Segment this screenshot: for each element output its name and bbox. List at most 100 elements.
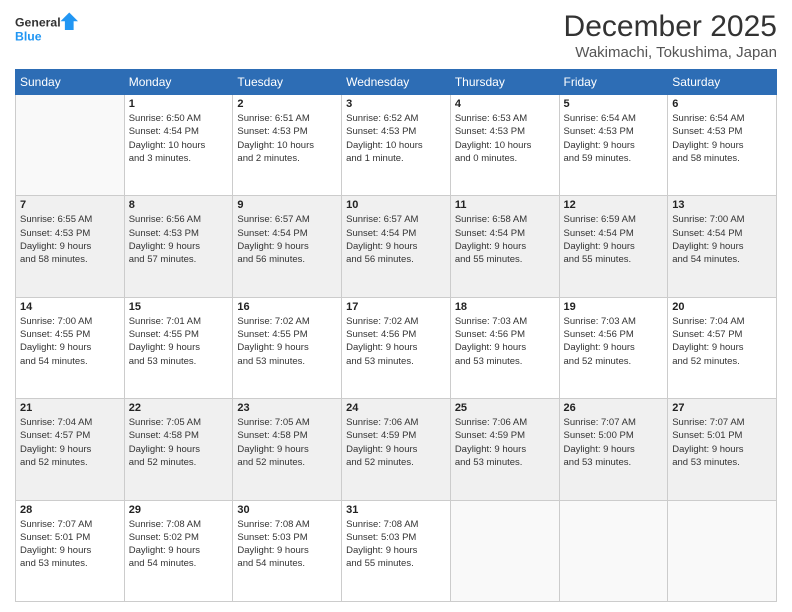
calendar-cell: 29 Sunrise: 7:08 AMSunset: 5:02 PMDayligh… [124,500,233,601]
day-number: 23 [237,402,337,414]
day-number: 27 [672,402,772,414]
day-header-friday: Friday [559,70,668,95]
main-title: December 2025 [564,10,777,44]
day-info: Sunrise: 7:00 AMSunset: 4:55 PMDaylight:… [20,315,120,368]
day-number: 6 [672,98,772,110]
day-header-sunday: Sunday [16,70,125,95]
calendar-cell: 9 Sunrise: 6:57 AMSunset: 4:54 PMDaylight… [233,196,342,297]
day-header-tuesday: Tuesday [233,70,342,95]
calendar-cell: 31Sunrise: 7:08 AMSunset: 5:03 PMDayligh… [342,500,451,601]
day-info: Sunrise: 7:08 AMSunset: 5:02 PMDaylight:… [129,518,229,571]
calendar-cell: 7 Sunrise: 6:55 AMSunset: 4:53 PMDaylight… [16,196,125,297]
calendar-cell: 23Sunrise: 7:05 AMSunset: 4:58 PMDayligh… [233,399,342,500]
day-info: Sunrise: 7:05 AMSunset: 4:58 PMDaylight:… [129,416,229,469]
day-info: Sunrise: 7:07 AMSunset: 5:01 PMDaylight:… [20,518,120,571]
day-number: 9 [237,199,337,211]
calendar-cell: 1Sunrise: 6:50 AMSunset: 4:54 PMDaylight… [124,95,233,196]
day-number: 11 [455,199,555,211]
day-number: 17 [346,301,446,313]
calendar-cell [16,95,125,196]
day-info: Sunrise: 6:59 AMSunset: 4:54 PMDaylight:… [564,213,664,266]
logo: General Blue [15,10,85,50]
day-number: 21 [20,402,120,414]
day-number: 4 [455,98,555,110]
svg-text:Blue: Blue [15,30,42,44]
calendar-cell: 19Sunrise: 7:03 AMSunset: 4:56 PMDayligh… [559,297,668,398]
day-info: Sunrise: 7:02 AMSunset: 4:55 PMDaylight:… [237,315,337,368]
calendar-cell: 17 Sunrise: 7:02 AMSunset: 4:56 PMDayligh… [342,297,451,398]
calendar-cell: 30Sunrise: 7:08 AMSunset: 5:03 PMDayligh… [233,500,342,601]
day-info: Sunrise: 7:07 AMSunset: 5:00 PMDaylight:… [564,416,664,469]
day-number: 29 [129,504,229,516]
day-number: 10 [346,199,446,211]
day-number: 22 [129,402,229,414]
calendar-cell: 28 Sunrise: 7:07 AMSunset: 5:01 PMDayligh… [16,500,125,601]
calendar-cell: 25 Sunrise: 7:06 AMSunset: 4:59 PMDayligh… [450,399,559,500]
day-header-thursday: Thursday [450,70,559,95]
calendar-cell: 27 Sunrise: 7:07 AMSunset: 5:01 PMDayligh… [668,399,777,500]
day-info: Sunrise: 7:06 AMSunset: 4:59 PMDaylight:… [346,416,446,469]
day-header-saturday: Saturday [668,70,777,95]
day-info: Sunrise: 7:04 AMSunset: 4:57 PMDaylight:… [672,315,772,368]
day-info: Sunrise: 7:03 AMSunset: 4:56 PMDaylight:… [564,315,664,368]
calendar-cell: 16Sunrise: 7:02 AMSunset: 4:55 PMDayligh… [233,297,342,398]
day-info: Sunrise: 6:51 AMSunset: 4:53 PMDaylight:… [237,112,337,165]
calendar-cell: 13 Sunrise: 7:00 AMSunset: 4:54 PMDayligh… [668,196,777,297]
title-block: December 2025 Wakimachi, Tokushima, Japa… [564,10,777,61]
calendar-cell [450,500,559,601]
day-number: 7 [20,199,120,211]
calendar-cell: 15 Sunrise: 7:01 AMSunset: 4:55 PMDayligh… [124,297,233,398]
day-info: Sunrise: 6:50 AMSunset: 4:54 PMDaylight:… [129,112,229,165]
day-number: 18 [455,301,555,313]
calendar-cell: 18Sunrise: 7:03 AMSunset: 4:56 PMDayligh… [450,297,559,398]
day-info: Sunrise: 6:55 AMSunset: 4:53 PMDaylight:… [20,213,120,266]
calendar-cell: 21 Sunrise: 7:04 AMSunset: 4:57 PMDayligh… [16,399,125,500]
day-number: 25 [455,402,555,414]
calendar-cell: 20 Sunrise: 7:04 AMSunset: 4:57 PMDayligh… [668,297,777,398]
calendar-cell: 22 Sunrise: 7:05 AMSunset: 4:58 PMDayligh… [124,399,233,500]
day-info: Sunrise: 7:00 AMSunset: 4:54 PMDaylight:… [672,213,772,266]
day-info: Sunrise: 7:01 AMSunset: 4:55 PMDaylight:… [129,315,229,368]
day-info: Sunrise: 7:06 AMSunset: 4:59 PMDaylight:… [455,416,555,469]
day-info: Sunrise: 6:58 AMSunset: 4:54 PMDaylight:… [455,213,555,266]
calendar-cell: 26 Sunrise: 7:07 AMSunset: 5:00 PMDayligh… [559,399,668,500]
day-info: Sunrise: 6:54 AMSunset: 4:53 PMDaylight:… [672,112,772,165]
day-number: 28 [20,504,120,516]
day-number: 26 [564,402,664,414]
day-info: Sunrise: 6:56 AMSunset: 4:53 PMDaylight:… [129,213,229,266]
day-info: Sunrise: 7:02 AMSunset: 4:56 PMDaylight:… [346,315,446,368]
svg-text:General: General [15,16,61,30]
calendar-cell [559,500,668,601]
calendar-table: SundayMondayTuesdayWednesdayThursdayFrid… [15,69,777,602]
day-info: Sunrise: 6:54 AMSunset: 4:53 PMDaylight:… [564,112,664,165]
day-header-monday: Monday [124,70,233,95]
day-number: 3 [346,98,446,110]
day-number: 2 [237,98,337,110]
calendar-cell: 8 Sunrise: 6:56 AMSunset: 4:53 PMDaylight… [124,196,233,297]
day-info: Sunrise: 6:57 AMSunset: 4:54 PMDaylight:… [346,213,446,266]
day-header-wednesday: Wednesday [342,70,451,95]
day-number: 14 [20,301,120,313]
day-info: Sunrise: 7:08 AMSunset: 5:03 PMDaylight:… [237,518,337,571]
calendar-cell: 6 Sunrise: 6:54 AMSunset: 4:53 PMDaylight… [668,95,777,196]
day-info: Sunrise: 7:08 AMSunset: 5:03 PMDaylight:… [346,518,446,571]
day-info: Sunrise: 7:07 AMSunset: 5:01 PMDaylight:… [672,416,772,469]
calendar-cell: 10 Sunrise: 6:57 AMSunset: 4:54 PMDayligh… [342,196,451,297]
subtitle: Wakimachi, Tokushima, Japan [564,44,777,61]
day-number: 8 [129,199,229,211]
day-number: 15 [129,301,229,313]
day-number: 24 [346,402,446,414]
day-info: Sunrise: 6:57 AMSunset: 4:54 PMDaylight:… [237,213,337,266]
day-info: Sunrise: 7:04 AMSunset: 4:57 PMDaylight:… [20,416,120,469]
calendar-cell: 12Sunrise: 6:59 AMSunset: 4:54 PMDayligh… [559,196,668,297]
calendar-cell [668,500,777,601]
day-info: Sunrise: 6:53 AMSunset: 4:53 PMDaylight:… [455,112,555,165]
calendar-cell: 2 Sunrise: 6:51 AMSunset: 4:53 PMDaylight… [233,95,342,196]
calendar-cell: 5 Sunrise: 6:54 AMSunset: 4:53 PMDaylight… [559,95,668,196]
calendar-cell: 11 Sunrise: 6:58 AMSunset: 4:54 PMDayligh… [450,196,559,297]
day-number: 5 [564,98,664,110]
calendar-cell: 3Sunrise: 6:52 AMSunset: 4:53 PMDaylight… [342,95,451,196]
calendar-cell: 4 Sunrise: 6:53 AMSunset: 4:53 PMDaylight… [450,95,559,196]
day-number: 13 [672,199,772,211]
day-number: 20 [672,301,772,313]
